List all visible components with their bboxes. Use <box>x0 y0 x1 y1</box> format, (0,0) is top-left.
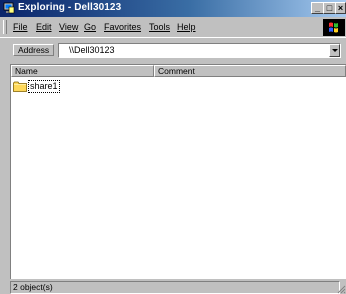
status-bar: 2 object(s) <box>10 280 346 294</box>
menu-view-label: View <box>59 22 79 32</box>
network-computer-icon <box>3 2 15 14</box>
resize-grip-icon[interactable] <box>336 284 346 294</box>
menu-help[interactable]: Help <box>177 22 196 32</box>
menu-view[interactable]: View <box>59 22 78 32</box>
title-bar[interactable]: Exploring - Dell30123 _ □ × <box>0 0 346 17</box>
menu-tools-label: Tools <box>149 22 171 32</box>
menu-help-label: Help <box>177 22 196 32</box>
menu-file[interactable]: File <box>13 22 28 32</box>
column-header-name[interactable]: Name <box>11 65 154 77</box>
close-button[interactable]: × <box>335 2 346 14</box>
file-list[interactable]: Name Comment share1 <box>10 64 346 279</box>
menu-file-label: File <box>13 22 28 32</box>
address-dropdown-button[interactable] <box>329 44 340 57</box>
address-value: \\Dell30123 <box>69 45 115 55</box>
menu-go-label: Go <box>84 22 97 32</box>
toolbar-grip[interactable] <box>3 20 7 34</box>
menu-favorites[interactable]: Favorites <box>104 22 141 32</box>
explorer-window: Exploring - Dell30123 _ □ × File Edit Vi… <box>0 0 346 294</box>
list-item-name: share1 <box>28 80 60 93</box>
menu-favorites-label: Favorites <box>104 22 142 32</box>
address-bar: Address \\Dell30123 <box>0 37 346 61</box>
column-header-comment[interactable]: Comment <box>154 65 346 77</box>
menu-edit[interactable]: Edit <box>36 22 52 32</box>
windows-logo-icon <box>323 19 345 36</box>
window-title: Exploring - Dell30123 <box>18 2 122 13</box>
menu-tools[interactable]: Tools <box>149 22 170 32</box>
address-label[interactable]: Address <box>13 44 54 56</box>
menu-edit-label: Edit <box>36 22 52 32</box>
menu-go[interactable]: Go <box>84 22 96 32</box>
status-text: 2 object(s) <box>10 281 340 294</box>
address-input[interactable]: \\Dell30123 <box>58 43 341 58</box>
menu-bar: File Edit View Go Favorites Tools Help <box>0 17 346 37</box>
folder-icon <box>13 81 27 92</box>
